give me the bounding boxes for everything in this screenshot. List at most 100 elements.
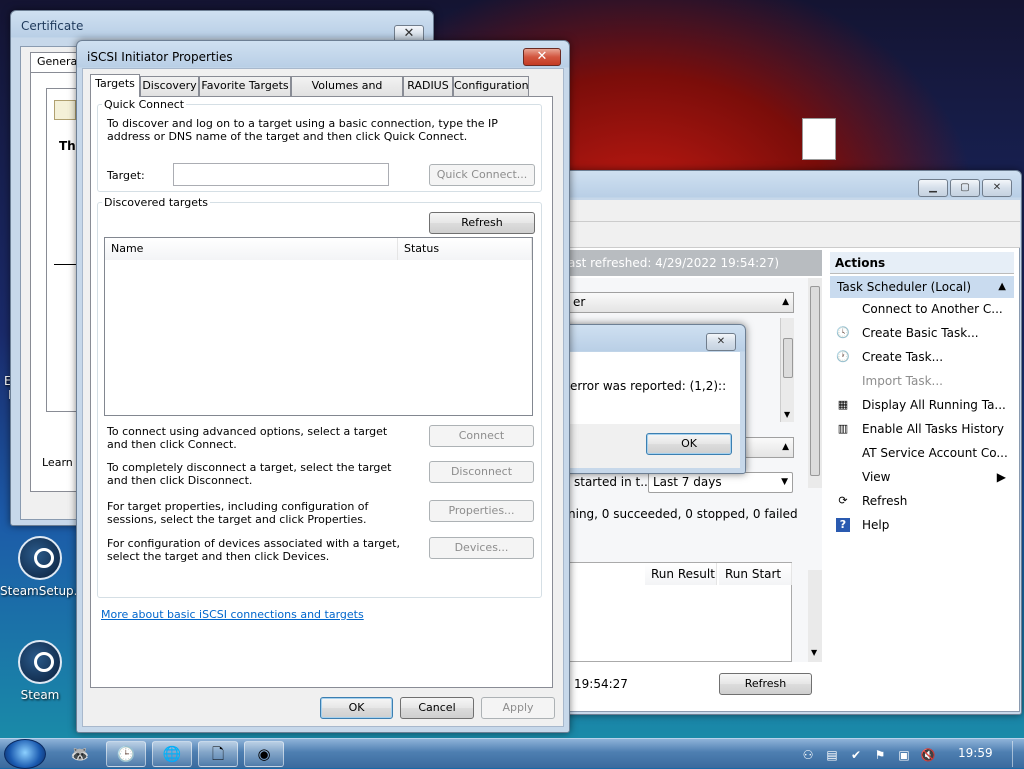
tray-network-icon[interactable]: ▣ xyxy=(896,747,912,763)
close-button[interactable]: ✕ xyxy=(523,48,561,66)
windows-orb-icon[interactable] xyxy=(4,739,46,769)
action-item[interactable]: ▥ Enable All Tasks History xyxy=(832,418,1012,440)
close-button[interactable]: ✕ xyxy=(982,179,1012,197)
taskbar: 🦝 🕒 🌐 🗋 ◉ ⚇ ▤ ✔ ⚑ ▣ 🔇 19:59 xyxy=(0,738,1024,769)
chevron-down-icon: ▼ xyxy=(781,477,788,487)
ok-button[interactable]: OK xyxy=(646,433,732,455)
section-header-active-tasks[interactable]: er ▲ xyxy=(568,292,794,313)
tab-configuration[interactable]: Configuration xyxy=(453,76,529,96)
properties-description: For target properties, including configu… xyxy=(107,500,369,526)
window-title: iSCSI Initiator Properties xyxy=(87,50,233,64)
document-icon[interactable]: 🗋 xyxy=(198,741,238,767)
mouse-cursor xyxy=(290,739,292,769)
action-item[interactable]: ⟳ Refresh xyxy=(832,490,1012,512)
column-header-status[interactable]: Status xyxy=(398,238,532,260)
discovered-targets-label: Discovered targets xyxy=(102,196,211,209)
quick-connect-button[interactable]: Quick Connect... xyxy=(429,164,535,186)
refresh-icon: ⟳ xyxy=(838,494,848,507)
action-item[interactable]: Import Task... xyxy=(832,370,1012,392)
disconnect-button[interactable]: Disconnect xyxy=(429,461,534,483)
scroll-down-icon[interactable]: ▼ xyxy=(784,410,790,419)
steam-icon xyxy=(18,640,62,684)
toolbar xyxy=(568,222,1020,248)
maximize-button[interactable]: ▢ xyxy=(950,179,980,197)
action-item[interactable]: View ▶ xyxy=(832,466,1012,488)
connect-button[interactable]: Connect xyxy=(429,425,534,447)
devices-button[interactable]: Devices... xyxy=(429,537,534,559)
error-message: error was reported: (1,2):: xyxy=(570,379,727,393)
history-icon: ▥ xyxy=(837,422,849,435)
quick-connect-description: To discover and log on to a target using… xyxy=(107,117,498,143)
scrollbar[interactable]: ▼ xyxy=(808,570,822,662)
tray-flag-icon[interactable]: ⚑ xyxy=(872,747,888,763)
list-icon: ▦ xyxy=(837,398,849,411)
desktop-icon-label: Steam xyxy=(20,688,60,702)
action-item-label: Refresh xyxy=(862,494,908,508)
action-item-label: Connect to Another C... xyxy=(862,302,1003,316)
action-item-label: Display All Running Ta... xyxy=(862,398,1006,412)
scrollbar-thumb[interactable] xyxy=(810,286,820,476)
show-desktop-button[interactable] xyxy=(1012,741,1022,767)
tray-document-icon[interactable]: ▤ xyxy=(824,747,840,763)
more-info-link[interactable]: More about basic iSCSI connections and t… xyxy=(101,608,364,621)
refresh-button[interactable]: Refresh xyxy=(429,212,535,234)
steam-taskbar-icon[interactable]: ◉ xyxy=(244,741,284,767)
action-item-label: Import Task... xyxy=(862,374,943,388)
tab-discovery[interactable]: Discovery xyxy=(140,76,199,96)
text-file-icon[interactable] xyxy=(802,118,836,160)
collapse-icon[interactable]: ▲ xyxy=(998,276,1006,298)
discovered-targets-list[interactable]: Name Status xyxy=(104,237,533,416)
scrollbar[interactable] xyxy=(808,278,822,488)
clock-wizard-icon: 🕓 xyxy=(836,326,850,339)
tray-users-icon[interactable]: ⚇ xyxy=(800,747,816,763)
tab-general[interactable]: General xyxy=(30,52,80,72)
certificate-icon xyxy=(54,100,76,120)
column-header-run-result[interactable]: Run Result xyxy=(645,563,717,585)
cancel-button[interactable]: Cancel xyxy=(400,697,474,719)
tab-targets[interactable]: Targets xyxy=(90,74,140,97)
help-icon: ? xyxy=(836,518,850,532)
error-dialog-body: error was reported: (1,2):: xyxy=(566,352,740,424)
network-globe-icon[interactable]: 🌐 xyxy=(152,741,192,767)
task-scheduler-taskbar-icon[interactable]: 🕒 xyxy=(106,741,146,767)
taskbar-clock[interactable]: 19:59 xyxy=(958,746,993,760)
blank-icon xyxy=(836,470,850,484)
action-item[interactable]: ? Help xyxy=(832,514,1012,536)
tab-radius[interactable]: RADIUS xyxy=(403,76,453,96)
tray-volume-muted-icon[interactable]: 🔇 xyxy=(920,747,936,763)
ok-button[interactable]: OK xyxy=(320,697,393,719)
action-item-label: Help xyxy=(862,518,890,532)
properties-button[interactable]: Properties... xyxy=(429,500,534,522)
apply-button[interactable]: Apply xyxy=(481,697,555,719)
submenu-arrow-icon: ▶ xyxy=(996,470,1006,484)
scrollbar[interactable]: ▼ xyxy=(780,318,794,422)
action-item[interactable]: 🕐 Create Task... xyxy=(832,346,1012,368)
action-item-label: AT Service Account Co... xyxy=(862,446,1008,460)
status-period-select[interactable]: Last 7 days ▼ xyxy=(648,472,793,493)
desktop-icon-steam[interactable]: Steam xyxy=(0,640,80,702)
task-summary-text: ning, 0 succeeded, 0 stopped, 0 failed xyxy=(568,507,798,521)
tab-volumes-and-devices[interactable]: Volumes and Devices xyxy=(291,76,403,110)
task-status-list[interactable]: Run Result Run Start xyxy=(568,562,792,662)
tray-security-icon[interactable]: ✔ xyxy=(848,747,864,763)
connect-description: To connect using advanced options, selec… xyxy=(107,425,388,451)
close-button[interactable]: ✕ xyxy=(706,333,736,351)
menu-bar xyxy=(568,200,1020,222)
raccoon-app-icon[interactable]: 🦝 xyxy=(60,741,100,767)
minimize-button[interactable]: ▁ xyxy=(918,179,948,197)
action-item[interactable]: AT Service Account Co... xyxy=(832,442,1012,464)
scroll-down-icon[interactable]: ▼ xyxy=(811,648,817,657)
tab-favorite-targets[interactable]: Favorite Targets xyxy=(199,76,291,96)
action-item-label: Create Task... xyxy=(862,350,944,364)
collapse-icon: ▲ xyxy=(782,297,789,307)
action-item[interactable]: ▦ Display All Running Ta... xyxy=(832,394,1012,416)
column-header-name[interactable]: Name xyxy=(105,238,398,260)
action-item[interactable]: Connect to Another C... xyxy=(832,298,1012,320)
refresh-button[interactable]: Refresh xyxy=(719,673,812,695)
scrollbar-thumb[interactable] xyxy=(783,338,793,378)
desktop-icon-steam-setup[interactable]: SteamSetup.... xyxy=(0,536,89,598)
target-input[interactable] xyxy=(173,163,389,186)
actions-section-header[interactable]: Task Scheduler (Local) ▲ xyxy=(830,276,1014,298)
action-item[interactable]: 🕓 Create Basic Task... xyxy=(832,322,1012,344)
column-header-run-start[interactable]: Run Start xyxy=(719,563,792,585)
